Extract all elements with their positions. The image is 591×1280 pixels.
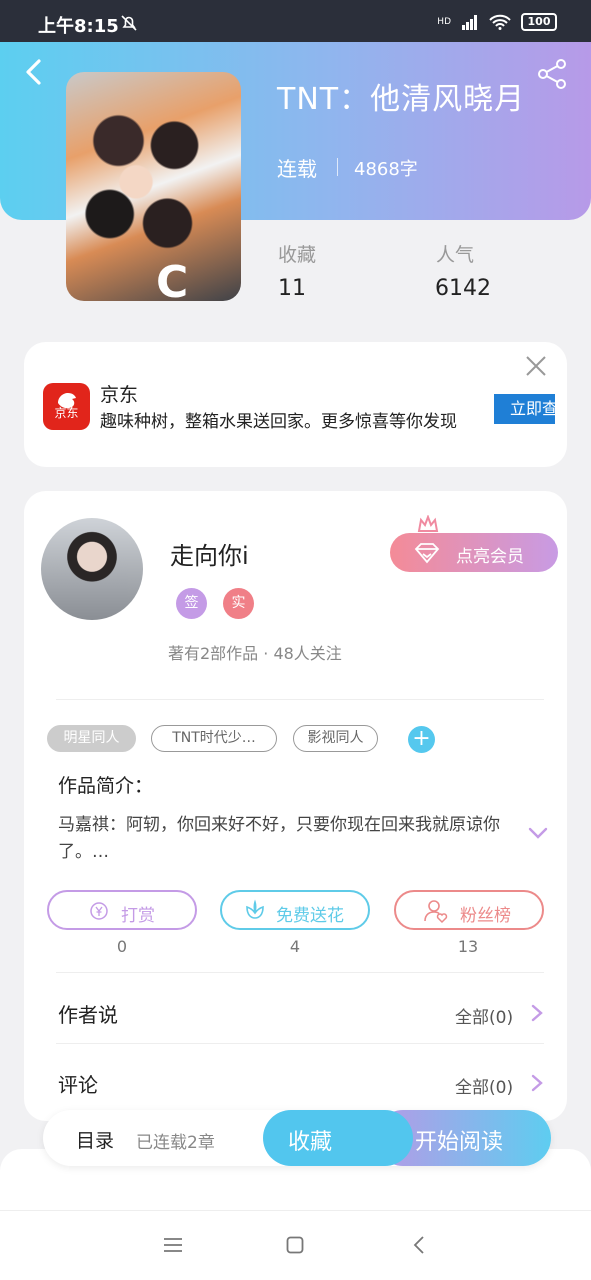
flower-count: 4 [289, 937, 301, 956]
vip-button[interactable]: 点亮会员 [390, 533, 558, 572]
ad-description: 趣味种树，整箱水果送回家。更多惊喜等你发现 [100, 412, 457, 432]
fan-ranking-label: 粉丝榜 [460, 906, 511, 926]
signed-badge: 签 [176, 588, 207, 619]
ad-title: 京东 [100, 384, 139, 406]
favorites-count: 11 [278, 276, 306, 301]
jd-logo: 京东 [43, 383, 90, 430]
author-meta: 著有2部作品 · 48人关注 [168, 644, 342, 663]
start-reading-label: 开始阅读 [415, 1130, 504, 1155]
popularity-count: 6142 [435, 276, 491, 301]
jd-dog-icon [58, 393, 76, 409]
comments-all[interactable]: 全部(0) [455, 1073, 513, 1098]
intro-heading: 作品简介： [58, 775, 154, 797]
comments-title[interactable]: 评论 [58, 1069, 98, 1098]
crown-icon [417, 515, 439, 532]
ad-cta-button[interactable]: 立即查看 [494, 394, 555, 424]
fan-ranking-button[interactable]: 粉丝榜 [394, 890, 544, 930]
tag-tnt[interactable]: TNT时代少… [151, 725, 277, 752]
divider [56, 699, 544, 700]
verified-badge: 实 [223, 588, 254, 619]
home-icon[interactable] [286, 1236, 304, 1254]
back-arrow-icon[interactable] [22, 58, 46, 86]
fan-count: 13 [457, 937, 479, 956]
chevron-right-icon[interactable] [531, 1004, 543, 1022]
author-avatar[interactable] [41, 518, 143, 620]
tip-label: 打赏 [121, 906, 155, 926]
status-icons: HD 100 [437, 13, 557, 31]
chevron-down-icon[interactable] [528, 826, 548, 840]
network-label: HD [437, 17, 451, 27]
tip-count: 0 [116, 937, 128, 956]
book-title: TNT：他清风晓月 [277, 82, 526, 117]
wifi-icon [489, 14, 511, 30]
author-name[interactable]: 走向你i [170, 536, 249, 571]
tag-film-fanfic[interactable]: 影视同人 [293, 725, 378, 752]
status-bar: 上午8:15 HD 100 [0, 0, 591, 42]
diamond-icon [414, 543, 440, 564]
status-time: 上午8:15 [38, 16, 119, 37]
author-notes-title[interactable]: 作者说 [58, 999, 118, 1028]
back-nav-icon[interactable] [412, 1235, 426, 1255]
chevron-right-icon[interactable] [531, 1074, 543, 1092]
battery-indicator: 100 [521, 13, 557, 31]
signal-icon [462, 15, 477, 30]
close-icon[interactable] [524, 354, 548, 378]
book-status: 连载 [277, 157, 317, 181]
divider [56, 1043, 544, 1044]
favorite-label: 收藏 [288, 1130, 333, 1155]
system-nav-bar [0, 1210, 591, 1280]
tag-star-fanfic[interactable]: 明星同人 [47, 725, 136, 752]
share-icon[interactable] [536, 58, 568, 90]
add-tag-icon[interactable]: + [408, 726, 435, 753]
yen-icon [90, 902, 108, 920]
vip-button-label: 点亮会员 [456, 547, 524, 567]
flower-icon [246, 899, 264, 919]
author-notes-all[interactable]: 全部(0) [455, 1003, 513, 1028]
chapter-count: 已连载2章 [136, 1133, 215, 1153]
status-divider [337, 158, 338, 176]
tip-button[interactable]: 打赏 [47, 890, 197, 930]
favorite-button[interactable]: 收藏 [263, 1110, 413, 1166]
word-count: 4868字 [354, 159, 418, 180]
toc-button[interactable]: 目录 [76, 1126, 114, 1153]
send-flower-label: 免费送花 [276, 906, 344, 926]
popularity-label: 人气 [436, 244, 475, 266]
favorites-label: 收藏 [278, 244, 317, 266]
book-cover-image[interactable]: C [66, 72, 241, 301]
fan-user-icon [424, 900, 448, 924]
send-flower-button[interactable]: 免费送花 [220, 890, 370, 930]
intro-text: 马嘉祺：阿轫，你回来好不好，只要你现在回来我就原谅你了。… [58, 815, 500, 862]
menu-icon[interactable] [163, 1237, 183, 1253]
divider [56, 972, 544, 973]
mute-bell-icon [121, 15, 137, 31]
